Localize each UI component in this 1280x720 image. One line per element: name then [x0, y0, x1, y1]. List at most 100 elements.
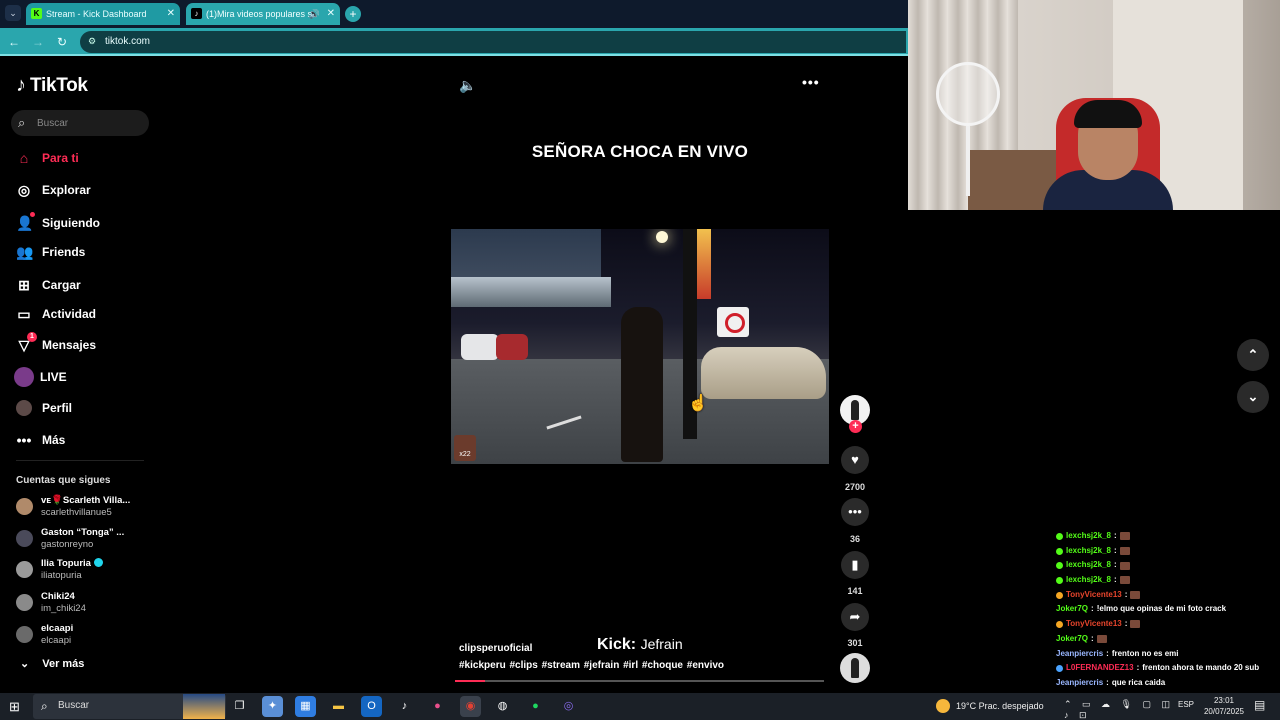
following-account[interactable]: Gaston “Tonga” ... gastonreyno	[16, 527, 146, 553]
nav-for-you[interactable]: ⌂ Para ti	[16, 148, 79, 168]
nav-upload[interactable]: ⊞ Cargar	[16, 275, 81, 295]
address-bar[interactable]: ⚙ tiktok.com	[80, 31, 906, 53]
reload-icon[interactable]: ↻	[54, 34, 70, 50]
chat-username[interactable]: L0FERNANDEZ13	[1066, 661, 1134, 676]
chat-username[interactable]: lexchsj2k_8	[1066, 558, 1111, 573]
weather-widget[interactable]: 19°C Prac. despejado	[936, 699, 1056, 713]
forward-arrow-icon[interactable]: →	[30, 34, 46, 50]
chat-username[interactable]: Joker7Q	[1056, 602, 1088, 617]
account-name: elcaapi	[41, 623, 74, 634]
video-hashtags[interactable]: #kickperu #clips #stream #jefrain #irl #…	[459, 660, 724, 671]
message-count-badge: 1	[27, 332, 37, 342]
follow-plus-icon[interactable]: +	[849, 420, 862, 433]
kick-name: Jefrain	[640, 636, 683, 652]
following-account[interactable]: Chiki24 im_chiki24	[16, 591, 146, 617]
volume-icon[interactable]: 🔈	[459, 77, 476, 94]
close-icon[interactable]: ✕	[327, 3, 335, 25]
copilot-icon[interactable]: ✦	[262, 696, 283, 717]
speaker-icon[interactable]: 🔊	[309, 3, 320, 25]
chat-username[interactable]: TonyVicente13	[1066, 617, 1122, 632]
video-player[interactable]: x22	[451, 229, 829, 464]
bookmark-icon[interactable]: ▮	[841, 551, 869, 579]
nav-messages[interactable]: ▽ 1 Mensajes	[16, 332, 97, 355]
tiktok-note-icon: ♪	[16, 74, 26, 96]
obs-icon[interactable]: ◍	[492, 696, 513, 717]
close-icon[interactable]: ✕	[167, 3, 175, 25]
nav-friends[interactable]: 👥 Friends	[16, 242, 85, 262]
video-author[interactable]: clipsperuoficial	[459, 643, 532, 654]
notification-dot	[30, 212, 35, 217]
nav-profile[interactable]: Perfil	[16, 398, 72, 418]
tiktok-logo[interactable]: ♪ TikTok	[16, 74, 88, 97]
tiktok-app-icon[interactable]: ♪	[394, 696, 415, 717]
comment-icon[interactable]: •••	[841, 498, 869, 526]
media-app-icon[interactable]: ●	[427, 696, 448, 717]
discord-icon[interactable]: ◎	[558, 696, 579, 717]
nav-following[interactable]: 👤 Siguiendo	[16, 212, 100, 233]
chat-emote-icon	[1096, 635, 1107, 644]
notification-icon[interactable]: ▤	[1254, 698, 1265, 712]
following-account[interactable]: elcaapi elcaapi	[16, 623, 146, 649]
see-more-label: Ver más	[42, 657, 85, 670]
chat-username[interactable]: Jeanpiercris	[1056, 676, 1103, 691]
chat-username[interactable]: lexchsj2k_8	[1066, 529, 1111, 544]
chrome-icon[interactable]: ◉	[460, 696, 481, 717]
chat-username[interactable]: TonyVicente13	[1066, 588, 1122, 603]
following-account[interactable]: ᴠᴇ🌹Scarleth Villa... scarlethvillanue5	[16, 495, 146, 521]
chat-username[interactable]: lexchsj2k_8	[1066, 573, 1111, 588]
nav-explore[interactable]: ◎ Explorar	[16, 180, 91, 200]
file-explorer-icon[interactable]: ▬	[328, 696, 349, 717]
chat-separator: :	[1091, 633, 1094, 643]
chat-username[interactable]: Joker7Q	[1056, 632, 1088, 647]
video-car	[496, 334, 528, 360]
webcam-overlay	[908, 0, 1280, 210]
nav-more[interactable]: ••• Más	[16, 430, 66, 450]
nav-live[interactable]: LIVE	[14, 367, 67, 387]
avatar	[16, 530, 33, 547]
video-title: SEÑORA CHOCA EN VIVO	[531, 142, 749, 161]
taskbar-search[interactable]: ⌕ Buscar	[33, 694, 226, 719]
chat-separator: :	[1124, 619, 1128, 629]
more-options-icon[interactable]: •••	[802, 74, 820, 90]
heart-icon[interactable]: ♥	[841, 446, 869, 474]
account-name: Chiki24	[41, 591, 75, 602]
spotify-icon[interactable]: ●	[525, 696, 546, 717]
tab-kick-dashboard[interactable]: K Stream - Kick Dashboard ✕	[26, 3, 180, 25]
previous-video-button[interactable]: ⌃	[1237, 339, 1269, 371]
tray-icons[interactable]: ⌃ ▭ ☁ 🎙 ▢ ◫ ♪ ⊡	[1064, 699, 1184, 720]
nav-label: Mensajes	[42, 338, 97, 352]
clock-time: 23:01	[1213, 696, 1235, 705]
tab-tiktok[interactable]: ♪ (1)Mira videos populares s 🔊 ✕	[186, 3, 340, 25]
share-icon[interactable]: ➦	[841, 603, 869, 631]
video-progress-bar[interactable]	[455, 680, 824, 682]
video-street-lamp	[656, 231, 668, 243]
tab-list-button[interactable]: ⌄	[5, 5, 21, 21]
like-count: 2700	[844, 482, 866, 492]
verified-badge-icon	[93, 558, 103, 567]
chat-message: Jeanpiercris: frenton no es emi	[1056, 647, 1276, 662]
windows-start-icon[interactable]: ⊞	[9, 699, 20, 715]
language-indicator[interactable]: ESP	[1178, 700, 1194, 709]
search-icon[interactable]: ⌕	[18, 115, 25, 131]
clock[interactable]: 23:01 20/07/2025	[1198, 695, 1250, 717]
chat-username[interactable]: Jeanpiercris	[1056, 647, 1103, 662]
next-video-button[interactable]: ⌄	[1237, 381, 1269, 413]
back-arrow-icon[interactable]: ←	[6, 34, 22, 50]
search-input[interactable]	[37, 114, 143, 132]
site-info-icon[interactable]: ⚙	[88, 36, 96, 47]
task-view-icon[interactable]: ❐	[229, 696, 250, 717]
music-disc-icon[interactable]	[840, 653, 870, 683]
account-name: Ilia Topuria	[41, 558, 103, 569]
webcam-streamer-hair	[1074, 100, 1142, 128]
chat-separator: :	[1113, 575, 1117, 585]
chat-username[interactable]: lexchsj2k_8	[1066, 544, 1111, 559]
see-more-link[interactable]: ⌄ Ver más	[20, 657, 85, 671]
outlook-icon[interactable]: O	[361, 696, 382, 717]
store-icon[interactable]: ▦	[295, 696, 316, 717]
avatar	[16, 626, 33, 643]
following-account[interactable]: Ilia Topuria iliatopuria	[16, 558, 146, 584]
new-tab-button[interactable]: +	[345, 6, 361, 22]
chat-text: !elmo que opinas de mi foto crack	[1096, 604, 1227, 614]
nav-activity[interactable]: ▭ Actividad	[16, 304, 96, 324]
chat-text: que rica caida	[1111, 677, 1166, 687]
